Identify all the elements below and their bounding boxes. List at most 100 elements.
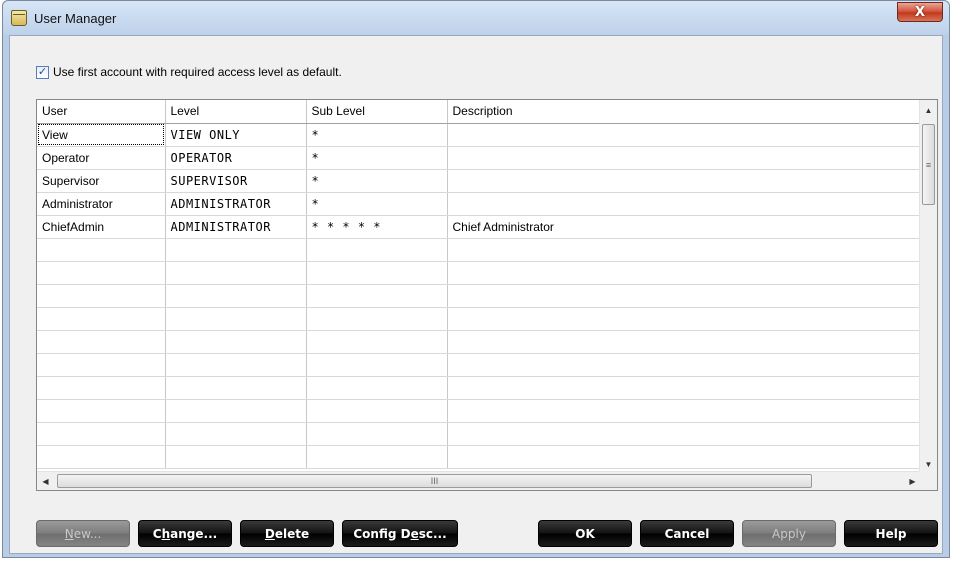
table-cell[interactable] [165, 330, 307, 354]
table-cell[interactable] [37, 307, 166, 331]
table-cell[interactable] [37, 238, 166, 262]
table-cell[interactable] [447, 169, 922, 193]
table-cell[interactable] [165, 307, 307, 331]
table-cell[interactable] [165, 353, 307, 377]
table-cell[interactable] [165, 445, 307, 469]
table-row[interactable]: Administrator ADMINISTRATOR * [37, 192, 922, 216]
table-row[interactable] [37, 445, 922, 469]
table-cell[interactable] [165, 284, 307, 308]
table-row[interactable] [37, 353, 922, 377]
table-cell[interactable] [37, 261, 166, 285]
table-cell[interactable]: * [306, 169, 448, 193]
new-button[interactable]: New... [36, 520, 130, 547]
table-row[interactable]: Supervisor SUPERVISOR * [37, 169, 922, 193]
change-button[interactable]: Change... [138, 520, 232, 547]
table-cell[interactable]: Supervisor [37, 169, 166, 193]
table-cell[interactable] [165, 399, 307, 423]
table-cell[interactable]: ADMINISTRATOR [165, 192, 307, 216]
table-cell[interactable] [306, 330, 448, 354]
dialog-body: ✓ Use first account with required access… [9, 35, 943, 554]
apply-button[interactable]: Apply [742, 520, 836, 547]
table-cell[interactable] [306, 445, 448, 469]
table-row[interactable] [37, 238, 922, 262]
vertical-scroll-thumb[interactable]: ≡ [922, 124, 935, 205]
table-cell[interactable]: View [37, 123, 166, 147]
table-cell[interactable] [37, 330, 166, 354]
scrollbar-corner [919, 471, 937, 490]
close-button[interactable]: X [897, 2, 943, 22]
table-cell[interactable] [447, 284, 922, 308]
horizontal-scroll-thumb[interactable]: III [57, 474, 812, 488]
table-cell[interactable] [447, 422, 922, 446]
table-cell[interactable] [447, 376, 922, 400]
table-row[interactable] [37, 422, 922, 446]
default-account-checkbox[interactable]: ✓ [36, 65, 49, 79]
table-cell[interactable] [306, 422, 448, 446]
table-cell[interactable] [165, 261, 307, 285]
table-cell[interactable] [37, 284, 166, 308]
table-cell[interactable] [447, 399, 922, 423]
table-row[interactable] [37, 330, 922, 354]
scroll-up-arrow-icon[interactable]: ▲ [920, 102, 937, 119]
table-cell[interactable] [37, 445, 166, 469]
table-cell[interactable] [37, 399, 166, 423]
config-desc-button[interactable]: Config Desc... [342, 520, 458, 547]
table-cell[interactable] [37, 353, 166, 377]
table-row[interactable] [37, 261, 922, 285]
table-cell[interactable] [306, 261, 448, 285]
table-cell[interactable] [306, 307, 448, 331]
help-button[interactable]: Help [844, 520, 938, 547]
table-cell[interactable]: VIEW ONLY [165, 123, 307, 147]
table-cell[interactable]: * [306, 123, 448, 147]
column-header-sub-level[interactable]: Sub Level [306, 100, 448, 124]
table-cell[interactable]: ADMINISTRATOR [165, 215, 307, 239]
table-cell[interactable]: * * * * * [306, 215, 448, 239]
table-cell[interactable]: ChiefAdmin [37, 215, 166, 239]
table-row[interactable]: View VIEW ONLY * [37, 123, 922, 147]
table-row[interactable]: Operator OPERATOR * [37, 146, 922, 170]
table-cell[interactable]: * [306, 146, 448, 170]
table-row[interactable] [37, 376, 922, 400]
table-row[interactable] [37, 399, 922, 423]
table-cell[interactable] [447, 445, 922, 469]
table-cell[interactable] [165, 376, 307, 400]
default-account-option[interactable]: ✓ Use first account with required access… [36, 65, 342, 79]
table-row[interactable] [37, 284, 922, 308]
table-cell[interactable] [447, 192, 922, 216]
table-cell[interactable] [306, 376, 448, 400]
table-cell[interactable] [165, 422, 307, 446]
column-header-level[interactable]: Level [165, 100, 307, 124]
table-cell[interactable] [306, 238, 448, 262]
column-header-user[interactable]: User [37, 100, 166, 124]
table-cell[interactable] [306, 284, 448, 308]
table-cell[interactable] [165, 238, 307, 262]
table-cell[interactable] [37, 422, 166, 446]
table-cell[interactable] [306, 399, 448, 423]
close-icon: X [914, 4, 926, 20]
vertical-scrollbar[interactable]: ▲ ≡ ▼ [919, 100, 937, 473]
table-cell[interactable]: Chief Administrator [447, 215, 922, 239]
table-cell[interactable] [447, 353, 922, 377]
column-header-description[interactable]: Description [447, 100, 922, 124]
table-cell[interactable]: * [306, 192, 448, 216]
ok-button[interactable]: OK [538, 520, 632, 547]
table-cell[interactable] [447, 123, 922, 147]
table-cell[interactable]: Operator [37, 146, 166, 170]
table-cell[interactable]: OPERATOR [165, 146, 307, 170]
table-cell[interactable] [447, 261, 922, 285]
table-row[interactable] [37, 307, 922, 331]
scroll-left-arrow-icon[interactable]: ◀ [37, 473, 54, 490]
cancel-button[interactable]: Cancel [640, 520, 734, 547]
table-cell[interactable]: SUPERVISOR [165, 169, 307, 193]
table-row[interactable]: ChiefAdmin ADMINISTRATOR * * * * * Chief Ad… [37, 215, 922, 239]
table-cell[interactable] [37, 376, 166, 400]
table-cell[interactable] [447, 330, 922, 354]
delete-button[interactable]: Delete [240, 520, 334, 547]
table-cell[interactable]: Administrator [37, 192, 166, 216]
table-cell[interactable] [447, 307, 922, 331]
table-cell[interactable] [447, 238, 922, 262]
title-bar[interactable]: User Manager X [3, 1, 949, 35]
table-cell[interactable] [447, 146, 922, 170]
table-cell[interactable] [306, 353, 448, 377]
horizontal-scrollbar[interactable]: ◀ III ▶ [37, 471, 921, 490]
